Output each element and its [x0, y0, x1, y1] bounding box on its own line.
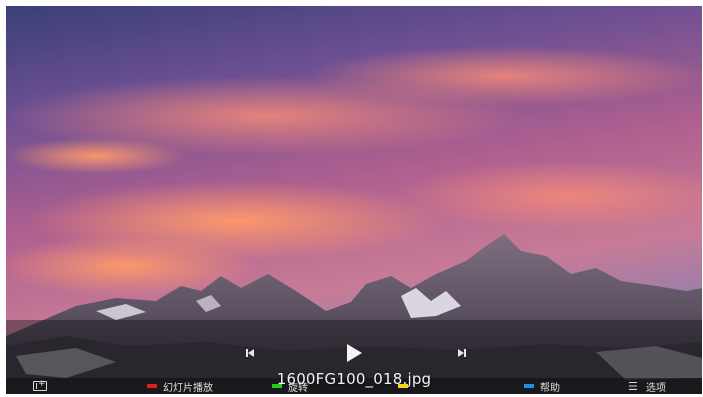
options-hint[interactable]: ☰ 选项 [628, 378, 666, 394]
exit-app-icon [33, 379, 47, 391]
rotate-label: 旋转 [288, 382, 308, 394]
play-icon [347, 344, 362, 362]
rotate-hint[interactable]: 旋转 [272, 378, 308, 394]
exit-button[interactable] [33, 378, 47, 394]
skip-next-icon [458, 349, 466, 357]
slideshow-label: 幻灯片播放 [163, 382, 213, 394]
green-key-icon [272, 384, 282, 388]
red-key-icon [147, 384, 157, 388]
blue-key-icon [524, 384, 534, 388]
previous-button[interactable] [242, 346, 258, 360]
skip-previous-icon [246, 349, 254, 357]
help-hint[interactable]: 帮助 [524, 378, 560, 394]
yellow-key-hint[interactable] [398, 378, 414, 394]
help-label: 帮助 [540, 382, 560, 394]
menu-icon: ☰ [628, 379, 638, 393]
next-button[interactable] [454, 346, 470, 360]
play-button[interactable] [343, 342, 365, 364]
yellow-key-icon [398, 384, 408, 388]
media-viewer: 1600FG100_018.jpg 幻灯片播放 旋转 帮助 ☰ 选项 [6, 6, 702, 394]
slideshow-hint[interactable]: 幻灯片播放 [147, 378, 213, 394]
options-label: 选项 [645, 382, 666, 394]
